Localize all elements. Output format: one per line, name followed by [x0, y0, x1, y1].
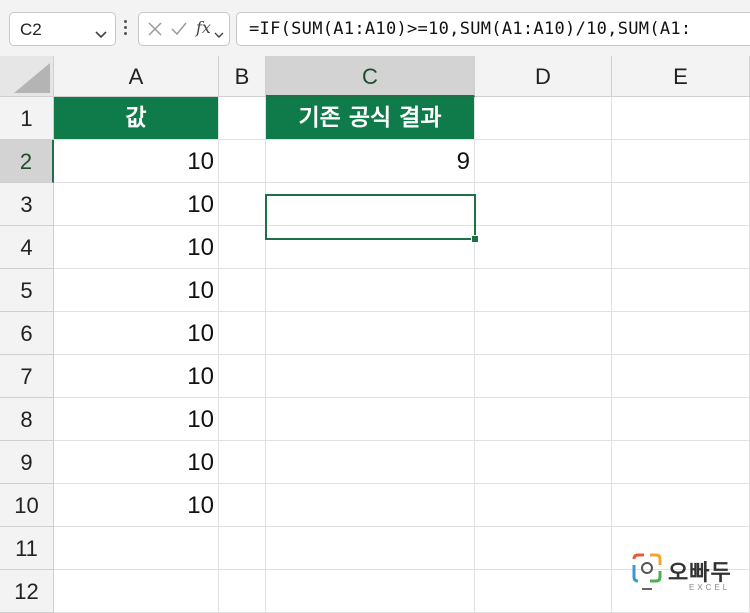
cell-e5[interactable]	[612, 269, 750, 312]
cell-b12[interactable]	[219, 570, 266, 613]
cell-e4[interactable]	[612, 226, 750, 269]
cell-d6[interactable]	[475, 312, 612, 355]
column-header-c[interactable]: C	[266, 56, 475, 97]
row-header-12[interactable]: 12	[0, 570, 54, 613]
cell-c1[interactable]: 기존 공식 결과	[266, 97, 475, 140]
spreadsheet-grid: A B C D E 1 2 3 4 5 6 7 8 9 10 11 12 값 기존…	[0, 56, 750, 613]
cell-c3[interactable]	[266, 183, 475, 226]
row-header-4[interactable]: 4	[0, 226, 54, 269]
cell-e10[interactable]	[612, 484, 750, 527]
row-header-7[interactable]: 7	[0, 355, 54, 398]
cell-c6[interactable]	[266, 312, 475, 355]
cell-b5[interactable]	[219, 269, 266, 312]
cell-a1[interactable]: 값	[54, 97, 219, 140]
cell-d10[interactable]	[475, 484, 612, 527]
cell-b1[interactable]	[219, 97, 266, 140]
brand-logo: 오빠두 EXCEL	[632, 553, 742, 603]
cell-a11[interactable]	[54, 527, 219, 570]
cell-d9[interactable]	[475, 441, 612, 484]
more-options-icon[interactable]	[124, 20, 128, 38]
cell-d1[interactable]	[475, 97, 612, 140]
cell-c5[interactable]	[266, 269, 475, 312]
select-all-button[interactable]	[0, 56, 54, 97]
cell-e8[interactable]	[612, 398, 750, 441]
cell-d3[interactable]	[475, 183, 612, 226]
cell-a8[interactable]: 10	[54, 398, 219, 441]
cell-b7[interactable]	[219, 355, 266, 398]
cell-e3[interactable]	[612, 183, 750, 226]
cell-c12[interactable]	[266, 570, 475, 613]
cell-c4[interactable]	[266, 226, 475, 269]
cell-c10[interactable]	[266, 484, 475, 527]
cell-c7[interactable]	[266, 355, 475, 398]
cell-e1[interactable]	[612, 97, 750, 140]
cell-a2[interactable]: 10	[54, 140, 219, 183]
cell-d12[interactable]	[475, 570, 612, 613]
cell-a10[interactable]: 10	[54, 484, 219, 527]
row-header-2[interactable]: 2	[0, 140, 54, 183]
cell-e7[interactable]	[612, 355, 750, 398]
row-header-11[interactable]: 11	[0, 527, 54, 570]
row-header-6[interactable]: 6	[0, 312, 54, 355]
brand-subtitle: EXCEL	[689, 583, 731, 592]
row-header-10[interactable]: 10	[0, 484, 54, 527]
cell-b11[interactable]	[219, 527, 266, 570]
cell-a6[interactable]: 10	[54, 312, 219, 355]
row-header-1[interactable]: 1	[0, 97, 54, 140]
cell-d7[interactable]	[475, 355, 612, 398]
cell-c9[interactable]	[266, 441, 475, 484]
row-header-9[interactable]: 9	[0, 441, 54, 484]
cell-c11[interactable]	[266, 527, 475, 570]
column-header-d[interactable]: D	[475, 56, 612, 97]
name-box[interactable]: C2	[9, 12, 116, 46]
row-header-5[interactable]: 5	[0, 269, 54, 312]
insert-function-icon[interactable]: fx	[196, 18, 211, 37]
cell-d4[interactable]	[475, 226, 612, 269]
cell-a9[interactable]: 10	[54, 441, 219, 484]
formula-bar: C2 fx =IF(SUM(A1:A10)>=10,SUM(A1:A10)/10…	[0, 0, 750, 56]
cell-b10[interactable]	[219, 484, 266, 527]
cell-b8[interactable]	[219, 398, 266, 441]
cell-b2[interactable]	[219, 140, 266, 183]
column-header-a[interactable]: A	[54, 56, 219, 97]
cell-b9[interactable]	[219, 441, 266, 484]
cell-a7[interactable]: 10	[54, 355, 219, 398]
row-header-3[interactable]: 3	[0, 183, 54, 226]
cell-b6[interactable]	[219, 312, 266, 355]
cell-c8[interactable]	[266, 398, 475, 441]
cell-a12[interactable]	[54, 570, 219, 613]
cell-a4[interactable]: 10	[54, 226, 219, 269]
formula-text[interactable]: =IF(SUM(A1:A10)>=10,SUM(A1:A10)/10,SUM(A…	[249, 19, 691, 39]
formula-buttons: fx	[138, 12, 230, 46]
cell-d8[interactable]	[475, 398, 612, 441]
cell-c2[interactable]: 9	[266, 140, 475, 183]
cell-e2[interactable]	[612, 140, 750, 183]
logo-icon	[632, 553, 662, 590]
cell-a3[interactable]: 10	[54, 183, 219, 226]
chevron-down-icon[interactable]	[95, 26, 107, 44]
cell-d11[interactable]	[475, 527, 612, 570]
cell-d2[interactable]	[475, 140, 612, 183]
cell-b4[interactable]	[219, 226, 266, 269]
column-header-e[interactable]: E	[612, 56, 750, 97]
cell-a5[interactable]: 10	[54, 269, 219, 312]
cell-d5[interactable]	[475, 269, 612, 312]
enter-check-icon[interactable]	[170, 21, 188, 42]
name-box-value[interactable]: C2	[20, 20, 42, 40]
fill-handle[interactable]	[471, 235, 479, 243]
row-header-8[interactable]: 8	[0, 398, 54, 441]
chevron-down-icon[interactable]	[214, 26, 224, 44]
column-header-b[interactable]: B	[219, 56, 266, 97]
cell-e9[interactable]	[612, 441, 750, 484]
cell-e6[interactable]	[612, 312, 750, 355]
formula-input[interactable]: =IF(SUM(A1:A10)>=10,SUM(A1:A10)/10,SUM(A…	[236, 12, 750, 46]
cell-b3[interactable]	[219, 183, 266, 226]
cancel-icon[interactable]	[147, 21, 163, 42]
